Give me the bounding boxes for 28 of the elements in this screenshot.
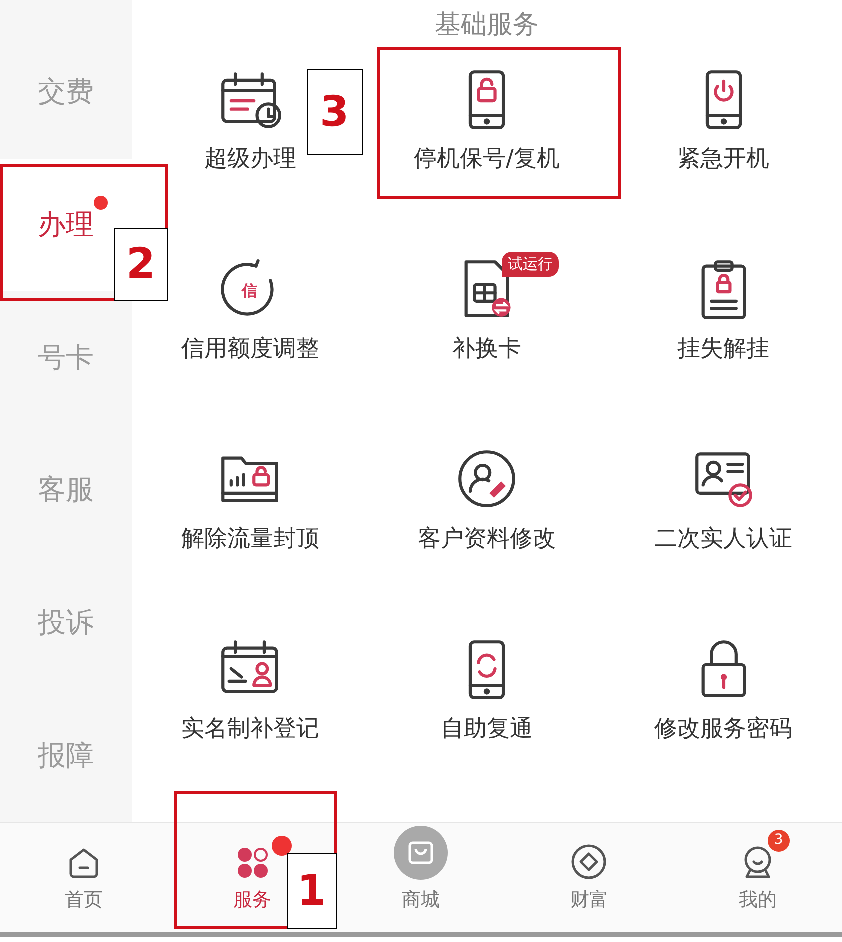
service-label[interactable]: 自助复通 [440, 712, 533, 746]
service-label[interactable]: 紧急开机 [678, 142, 770, 176]
service-label[interactable]: 解除流量封顶 [181, 522, 320, 556]
diamond-coin-icon [571, 844, 608, 880]
sidebar-tab[interactable]: 办理 [38, 208, 94, 241]
service-label[interactable]: 修改服务密码 [654, 712, 793, 746]
user-edit-icon [456, 448, 518, 510]
service-label[interactable]: 超级办理 [204, 142, 296, 176]
nav-tab[interactable]: 财富 [570, 886, 608, 914]
nav-tab[interactable]: 服务 [234, 886, 272, 914]
shopping-bag-icon [394, 826, 448, 880]
callout-number: 2 [114, 228, 168, 301]
service-label[interactable]: 停机保号/复机 [414, 142, 560, 176]
four-circles-icon [236, 846, 270, 880]
count-badge: 3 [768, 830, 790, 852]
callout-number: 1 [286, 853, 337, 929]
service-label[interactable]: 客户资料修改 [418, 522, 556, 556]
callout-number: 3 [306, 69, 363, 155]
nav-tab[interactable]: 我的 [738, 886, 777, 914]
service-label[interactable]: 信用额度调整 [181, 332, 320, 366]
nav-tab[interactable]: 商城 [402, 886, 440, 914]
service-label[interactable]: 二次实人认证 [654, 522, 793, 556]
trial-badge: 试运行 [502, 252, 559, 276]
section-title: 基础服务 [434, 8, 540, 42]
nav-tab[interactable]: 首页 [65, 886, 104, 914]
service-label[interactable]: 补换卡 [452, 332, 522, 366]
service-label[interactable]: 实名制补登记 [181, 712, 320, 746]
service-label[interactable]: 挂失解挂 [678, 332, 770, 366]
